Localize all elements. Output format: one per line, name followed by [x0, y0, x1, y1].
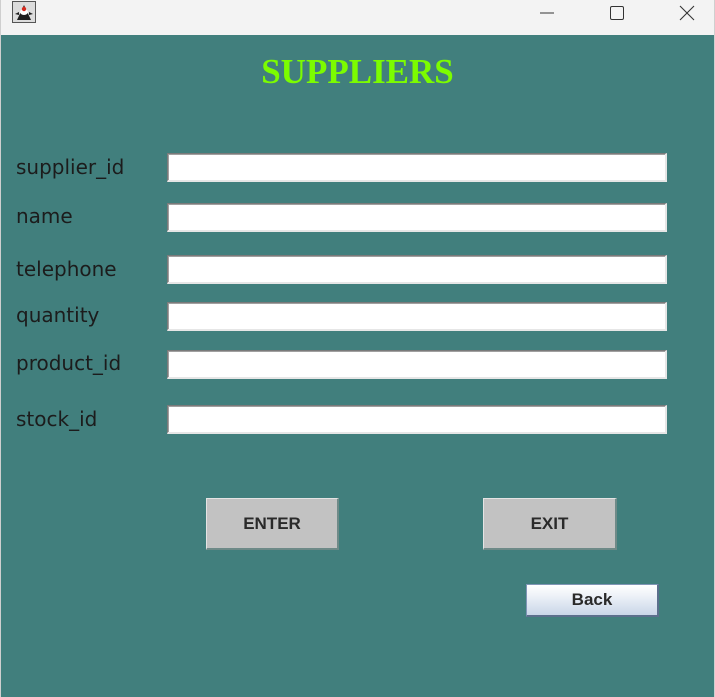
product-id-label: product_id — [16, 351, 122, 375]
minimize-icon — [539, 5, 555, 26]
suppliers-form: SUPPLIERS supplier_id name telephone qua… — [1, 35, 714, 697]
back-button[interactable]: Back — [526, 584, 659, 617]
app-window: SUPPLIERS supplier_id name telephone qua… — [0, 0, 715, 697]
maximize-icon — [609, 5, 625, 26]
exit-button[interactable]: EXIT — [483, 498, 617, 550]
name-label: name — [16, 204, 73, 228]
close-icon — [679, 5, 695, 26]
stock-id-field[interactable] — [167, 405, 667, 434]
supplier-id-field[interactable] — [167, 153, 667, 182]
stock-id-label: stock_id — [16, 407, 98, 431]
java-duke-icon — [12, 1, 36, 23]
name-field[interactable] — [167, 203, 667, 232]
telephone-label: telephone — [16, 257, 117, 281]
enter-button[interactable]: ENTER — [206, 498, 339, 550]
telephone-field[interactable] — [167, 255, 667, 284]
supplier-id-label: supplier_id — [16, 155, 125, 179]
quantity-label: quantity — [16, 303, 100, 327]
product-id-field[interactable] — [167, 350, 667, 379]
minimize-button[interactable] — [524, 0, 570, 30]
quantity-field[interactable] — [167, 302, 667, 331]
maximize-button[interactable] — [594, 0, 640, 30]
close-button[interactable] — [664, 0, 710, 30]
page-title: SUPPLIERS — [261, 52, 454, 91]
title-bar[interactable] — [1, 0, 714, 35]
